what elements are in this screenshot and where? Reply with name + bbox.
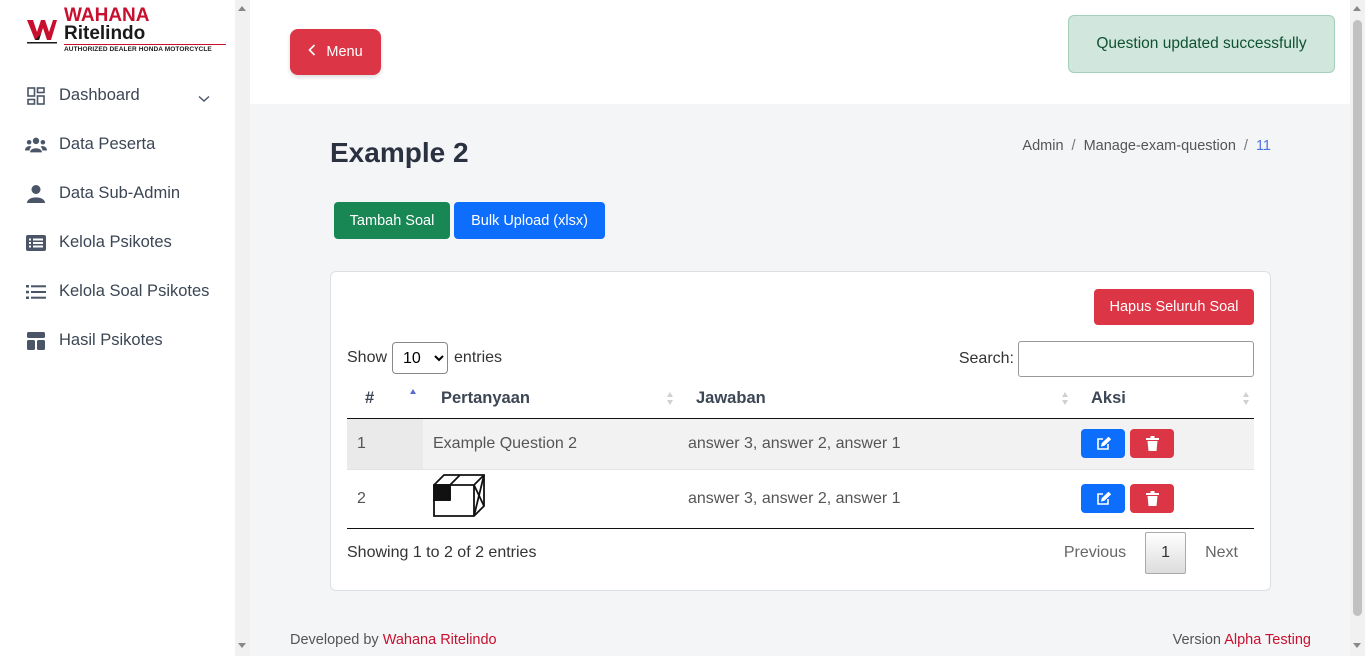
sidebar-item-dashboard[interactable]: Dashboard bbox=[0, 71, 235, 120]
trash-icon bbox=[1145, 436, 1159, 451]
pagination-page-1[interactable]: 1 bbox=[1145, 532, 1187, 574]
sidebar-item-label: Hasil Psikotes bbox=[59, 331, 163, 349]
sort-icon bbox=[1062, 392, 1069, 406]
column-header-label: # bbox=[365, 388, 375, 407]
entries-label: entries bbox=[454, 349, 503, 366]
sidebar-nav: Dashboard Data Peserta Data Sub-Admin Ke… bbox=[0, 71, 235, 365]
delete-question-button[interactable] bbox=[1130, 429, 1174, 458]
sidebar-scrollbar[interactable] bbox=[235, 0, 250, 656]
column-header-label: Pertanyaan bbox=[441, 388, 530, 407]
add-question-button[interactable]: Tambah Soal bbox=[334, 202, 450, 239]
breadcrumb-admin[interactable]: Admin bbox=[1022, 138, 1063, 154]
column-header-question[interactable]: Pertanyaan bbox=[423, 379, 678, 419]
layout-icon bbox=[25, 331, 47, 351]
footer-developer: Developed by Wahana Ritelindo bbox=[290, 632, 497, 648]
bulk-upload-button[interactable]: Bulk Upload (xlsx) bbox=[454, 202, 605, 239]
breadcrumb-separator: / bbox=[1243, 138, 1248, 154]
menu-button-label: Menu bbox=[326, 44, 363, 60]
list-icon bbox=[25, 282, 47, 302]
sort-icon bbox=[1243, 392, 1250, 406]
page-title: Example 2 bbox=[330, 137, 469, 168]
sidebar-item-kelola-psikotes[interactable]: Kelola Psikotes bbox=[0, 218, 235, 267]
questions-table: # Pertanyaan Jawaban Aksi 1 Example Ques… bbox=[347, 379, 1254, 529]
brand-logo[interactable]: WAHANA Ritelindo AUTHORIZED DEALER HONDA… bbox=[26, 6, 226, 53]
questions-card: Hapus Seluruh Soal Show 10 25 50 100 ent… bbox=[330, 271, 1271, 591]
search-label: Search: bbox=[958, 350, 1014, 367]
footer-developer-link[interactable]: Wahana Ritelindo bbox=[383, 632, 497, 648]
page-length-control: Show 10 25 50 100 entries bbox=[347, 342, 502, 374]
page-scrollbar[interactable] bbox=[1350, 0, 1365, 656]
sidebar-item-kelola-soal-psikotes[interactable]: Kelola Soal Psikotes bbox=[0, 267, 235, 316]
column-header-label: Aksi bbox=[1091, 388, 1126, 407]
brand-tagline: AUTHORIZED DEALER HONDA MOTORCYCLE bbox=[64, 44, 226, 53]
users-icon bbox=[25, 135, 47, 155]
dashboard-icon bbox=[25, 86, 47, 106]
wahana-logo-icon bbox=[26, 14, 58, 46]
search-input[interactable] bbox=[1018, 341, 1254, 377]
sidebar-item-label: Dashboard bbox=[59, 86, 140, 104]
breadcrumb-separator: / bbox=[1071, 138, 1076, 154]
sidebar-item-data-sub-admin[interactable]: Data Sub-Admin bbox=[0, 169, 235, 218]
delete-question-button[interactable] bbox=[1130, 484, 1174, 513]
scroll-up-arrow-icon[interactable] bbox=[1353, 6, 1361, 11]
scrollbar-thumb[interactable] bbox=[1353, 20, 1362, 616]
footer-version: Version Alpha Testing bbox=[1173, 632, 1311, 648]
pagination-next[interactable]: Next bbox=[1186, 544, 1254, 562]
user-icon bbox=[25, 184, 47, 204]
pagination: Previous 1 Next bbox=[1045, 532, 1254, 574]
footer-version-label: Version bbox=[1172, 632, 1221, 648]
footer-version-value: Alpha Testing bbox=[1224, 632, 1311, 648]
sidebar-item-label: Data Peserta bbox=[59, 135, 156, 153]
trash-icon bbox=[1145, 491, 1159, 506]
delete-all-questions-button[interactable]: Hapus Seluruh Soal bbox=[1094, 289, 1254, 325]
breadcrumb-manage-exam-question[interactable]: Manage-exam-question bbox=[1084, 138, 1236, 154]
edit-question-button[interactable] bbox=[1081, 429, 1125, 458]
sidebar-item-label: Kelola Soal Psikotes bbox=[59, 282, 210, 300]
edit-question-button[interactable] bbox=[1081, 484, 1125, 513]
row-answers: answer 3, answer 2, answer 1 bbox=[678, 418, 1073, 470]
scroll-down-arrow-icon[interactable] bbox=[1353, 643, 1361, 648]
chevron-left-icon bbox=[308, 44, 316, 60]
sort-icon bbox=[667, 392, 674, 406]
list-card-icon bbox=[25, 233, 47, 253]
breadcrumb: Admin / Manage-exam-question / 11 bbox=[1022, 138, 1271, 154]
table-row: 1 Example Question 2 answer 3, answer 2,… bbox=[347, 418, 1254, 470]
column-header-action[interactable]: Aksi bbox=[1073, 379, 1254, 419]
pagination-previous[interactable]: Previous bbox=[1045, 544, 1145, 562]
row-answers: answer 3, answer 2, answer 1 bbox=[678, 469, 1073, 529]
table-search: Search: bbox=[959, 341, 1254, 377]
page-length-select[interactable]: 10 25 50 100 bbox=[392, 342, 449, 374]
column-header-label: Jawaban bbox=[696, 388, 766, 407]
sidebar-item-data-peserta[interactable]: Data Peserta bbox=[0, 120, 235, 169]
success-toast: Question updated successfully bbox=[1068, 15, 1335, 73]
edit-icon bbox=[1096, 491, 1111, 505]
row-question: Example Question 2 bbox=[423, 418, 678, 470]
footer-developed-by-label: Developed by bbox=[290, 632, 379, 648]
sidebar-item-label: Data Sub-Admin bbox=[59, 184, 181, 202]
show-label: Show bbox=[347, 349, 388, 366]
column-header-answer[interactable]: Jawaban bbox=[678, 379, 1073, 419]
sidebar-item-hasil-psikotes[interactable]: Hasil Psikotes bbox=[0, 316, 235, 365]
brand-name-part2: Ritelindo bbox=[64, 23, 146, 44]
table-info: Showing 1 to 2 of 2 entries bbox=[347, 544, 537, 561]
edit-icon bbox=[1096, 436, 1111, 450]
row-number: 2 bbox=[347, 469, 423, 529]
sidebar-item-label: Kelola Psikotes bbox=[59, 233, 172, 251]
sort-asc-icon bbox=[410, 389, 417, 403]
scroll-down-arrow-icon[interactable] bbox=[238, 643, 246, 648]
menu-button[interactable]: Menu bbox=[290, 29, 381, 75]
sidebar: WAHANA Ritelindo AUTHORIZED DEALER HONDA… bbox=[0, 0, 235, 656]
table-row: 2 answer 3, answer 2, answer 1 bbox=[347, 469, 1254, 529]
breadcrumb-current: 11 bbox=[1255, 138, 1271, 154]
chevron-down-icon bbox=[198, 89, 210, 108]
scroll-up-arrow-icon[interactable] bbox=[238, 6, 246, 11]
row-number: 1 bbox=[347, 418, 423, 470]
column-header-number[interactable]: # bbox=[347, 379, 423, 419]
question-image-cube bbox=[433, 474, 485, 517]
